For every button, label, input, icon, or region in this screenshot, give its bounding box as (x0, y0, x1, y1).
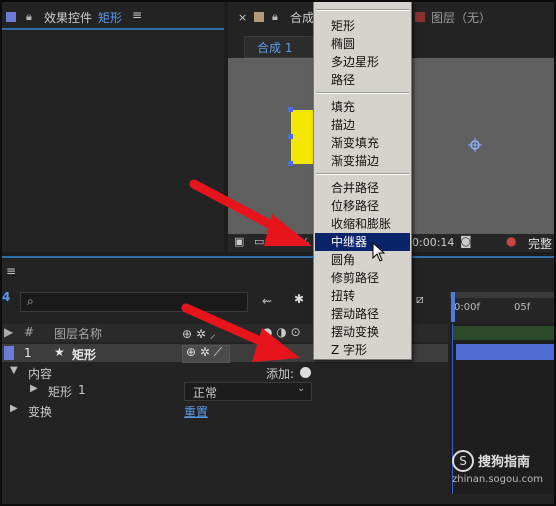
playhead[interactable] (451, 292, 455, 322)
sogou-logo-icon: S (452, 450, 474, 472)
annotation-arrow-icon (181, 303, 300, 362)
panel-color-swatch (6, 12, 16, 22)
column-name-header: 图层名称 (54, 327, 103, 341)
quality-dropdown[interactable]: 完整 (528, 235, 552, 252)
panel-menu-icon[interactable]: ≡ (132, 8, 142, 22)
reset-link[interactable]: 重置 (184, 403, 208, 420)
time-ruler[interactable]: 0:00f 05f (450, 292, 554, 322)
lock-icon[interactable]: 🔒︎ (26, 10, 32, 24)
close-icon[interactable]: × (238, 11, 247, 24)
menu-item-gradient-fill[interactable]: 渐变填充 (331, 134, 379, 152)
expand-icon[interactable]: ▶ (4, 325, 13, 339)
menu-item-zigzag[interactable]: Z 字形 (331, 341, 367, 359)
color-channels-icon[interactable]: ● (506, 234, 516, 248)
comp-color-swatch (254, 12, 264, 22)
comp-subtab[interactable]: 合成 1 (244, 36, 322, 58)
menu-item-offset-paths[interactable]: 位移路径 (331, 197, 379, 215)
graph-editor-icon[interactable]: ⧄ (416, 292, 424, 307)
star-icon: ★ (54, 345, 65, 359)
menu-item-twist[interactable]: 扭转 (331, 287, 355, 305)
watermark-brand: 搜狗指南 (478, 455, 531, 470)
menu-separator (316, 92, 409, 94)
panel-menu-icon[interactable]: ≡ (6, 264, 16, 278)
selection-handle[interactable] (288, 107, 293, 112)
menu-item-path[interactable]: 路径 (331, 71, 355, 89)
layer-color-label[interactable] (4, 346, 14, 360)
chevron-down-icon: ⌄ (297, 383, 306, 394)
lock-icon[interactable]: 🔒︎ (272, 10, 278, 24)
shape-rectangle-preview[interactable] (291, 110, 313, 164)
layer-color-swatch (415, 12, 425, 22)
layer-viewer-tab[interactable]: 图层（无） (431, 9, 491, 26)
layer-duration-bar[interactable] (456, 344, 554, 360)
camera-icon[interactable]: ◙ (460, 234, 472, 248)
menu-item-stroke[interactable]: 描边 (331, 116, 355, 134)
menu-item-polystar[interactable]: 多边星形 (331, 53, 379, 71)
anchor-point-icon[interactable] (468, 138, 482, 152)
shape-group-index: 1 (78, 383, 86, 397)
watermark-url: zhinan.sogou.com (452, 474, 544, 485)
blend-mode-select[interactable]: 正常 ⌄ (184, 382, 312, 401)
menu-top-separator (316, 9, 409, 11)
menu-separator (316, 173, 409, 175)
menu-item-rectangle[interactable]: 矩形 (331, 17, 355, 35)
transform-label: 变换 (28, 405, 53, 419)
collapse-icon[interactable]: ▼ (10, 365, 18, 376)
menu-item-pucker-bloat[interactable]: 收缩和膨胀 (331, 215, 391, 233)
shape-group-row[interactable]: ▶ 矩形 1 正常 ⌄ (2, 382, 448, 401)
transform-row[interactable]: ▶ 变换 重置 (2, 402, 448, 420)
menu-item-gradient-stroke[interactable]: 渐变描边 (331, 152, 379, 170)
layer-name[interactable]: 矩形 (72, 346, 96, 363)
expand-icon[interactable]: ▶ (10, 403, 18, 414)
comp-bar (452, 326, 554, 340)
menu-item-ellipse[interactable]: 椭圆 (331, 35, 355, 53)
menu-item-merge-paths[interactable]: 合并路径 (331, 179, 379, 197)
watermark: S 搜狗指南 zhinan.sogou.com (452, 448, 552, 488)
add-context-menu[interactable]: 矩形 椭圆 多边星形 路径 填充 描边 渐变填充 渐变描边 合并路径 位移路径 … (313, 0, 412, 360)
comp-tab-title[interactable]: 合成 (290, 9, 314, 26)
selection-handle[interactable] (288, 161, 293, 166)
menu-item-wiggle-paths[interactable]: 摆动路径 (331, 305, 379, 323)
comp-subtab-label: 合成 1 (257, 41, 293, 55)
effects-tab-layer[interactable]: 矩形 (98, 9, 122, 26)
blend-mode-value: 正常 (193, 386, 218, 400)
selection-handle[interactable] (288, 134, 293, 139)
timecode[interactable]: 0:00:14 (412, 236, 454, 249)
shape-group-label: 矩形 (48, 385, 73, 399)
menu-item-trim-paths[interactable]: 修剪路径 (331, 269, 379, 287)
effects-tab-title[interactable]: 效果控件 (44, 9, 92, 26)
work-area-bar[interactable] (450, 292, 554, 298)
menu-item-wiggle-transform[interactable]: 摆动变换 (331, 323, 379, 341)
expand-icon[interactable]: ▶ (30, 383, 38, 394)
frame-number: 4 (2, 290, 11, 304)
annotation-arrow-icon (189, 179, 312, 246)
effects-tab-bar: 🔒︎ 效果控件 矩形 ≡ (2, 2, 224, 30)
ruler-mark: 05f (514, 302, 531, 313)
menu-item-round-corners[interactable]: 圆角 (331, 251, 355, 269)
mouse-cursor-icon (372, 242, 386, 262)
layer-index: 1 (24, 346, 32, 360)
ruler-start: 0:00f (454, 302, 480, 313)
menu-item-repeater[interactable]: 中继器 (331, 233, 367, 251)
search-icon: ⌕ (27, 294, 34, 308)
menu-item-fill[interactable]: 填充 (331, 98, 355, 116)
column-number-header: # (24, 325, 35, 339)
content-label: 内容 (28, 367, 53, 381)
